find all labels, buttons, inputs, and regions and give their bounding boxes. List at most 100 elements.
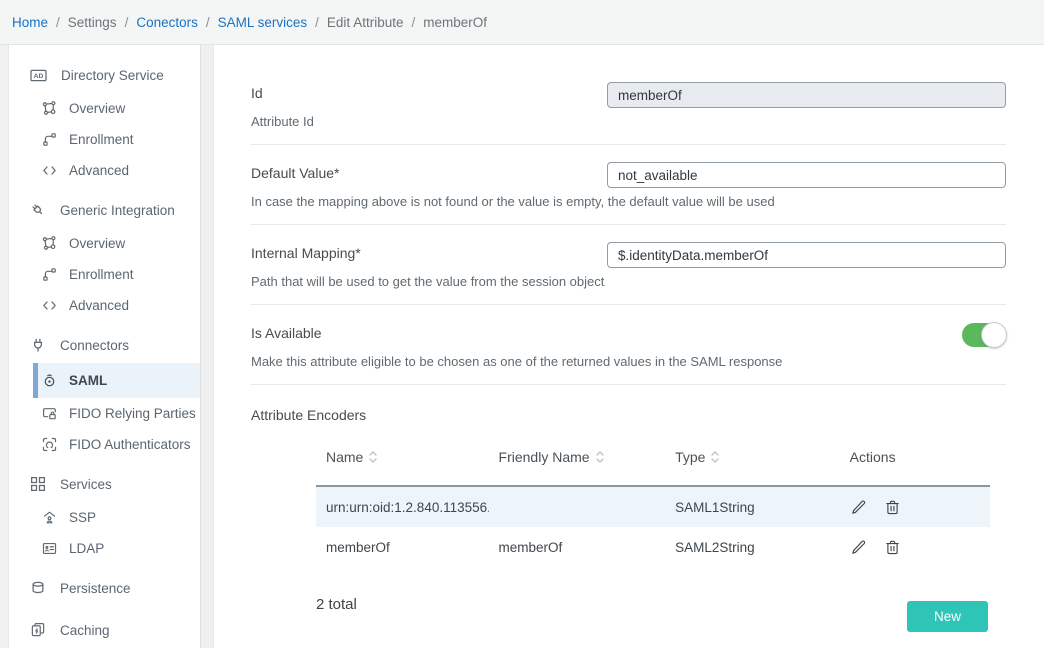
breadcrumb-conectors[interactable]: Conectors	[136, 15, 198, 30]
sidebar-item-saml[interactable]: SAML	[33, 363, 200, 398]
id-input[interactable]	[607, 82, 1006, 108]
field-default-value: Default Value* In case the mapping above…	[251, 145, 1006, 225]
sidebar-item-gi-advanced[interactable]: Advanced	[9, 290, 200, 321]
table-header-row: Name Friendly Name Type Actions	[316, 447, 990, 485]
cell-name: memberOf	[316, 540, 489, 555]
attribute-encoders-title: Attribute Encoders	[251, 407, 1006, 423]
field-internal-mapping: Internal Mapping* Path that will be used…	[251, 225, 1006, 305]
edit-button[interactable]	[850, 499, 867, 516]
breadcrumb-separator: /	[206, 15, 210, 30]
internal-mapping-help-text: Path that will be used to get the value …	[251, 274, 811, 289]
breadcrumb-saml-services[interactable]: SAML services	[218, 15, 308, 30]
grid-icon	[29, 475, 47, 493]
column-header-label: Actions	[850, 449, 896, 465]
toggle-knob	[981, 322, 1007, 348]
cache-docs-icon	[29, 621, 47, 639]
breadcrumb-home[interactable]: Home	[12, 15, 48, 30]
table-row: memberOf memberOf SAML2String	[316, 527, 990, 567]
attribute-encoders-section: Attribute Encoders Name Friendly Name Ty…	[251, 385, 1006, 613]
is-available-toggle[interactable]	[962, 323, 1006, 347]
pencil-icon	[850, 499, 867, 516]
sidebar-group-caching[interactable]: Caching	[9, 612, 200, 648]
sort-icon	[369, 450, 377, 464]
svg-text:AD: AD	[34, 72, 44, 79]
breadcrumb-separator: /	[56, 15, 60, 30]
sidebar-item-fido-authenticators[interactable]: FIDO Authenticators	[9, 429, 200, 460]
new-button[interactable]: New	[907, 601, 988, 632]
route-icon	[41, 266, 58, 283]
sidebar-item-ds-overview[interactable]: Overview	[9, 93, 200, 124]
breadcrumb-separator: /	[315, 15, 319, 30]
sidebar-group-connectors[interactable]: Connectors	[9, 327, 200, 363]
sidebar-item-ssp[interactable]: SSP	[9, 502, 200, 533]
is-available-label: Is Available	[251, 325, 1006, 341]
default-value-input[interactable]	[607, 162, 1006, 188]
sidebar-item-label: Advanced	[69, 298, 129, 313]
sidebar-item-label: LDAP	[69, 541, 104, 556]
breadcrumb-settings: Settings	[68, 15, 117, 30]
column-header-label: Name	[326, 449, 363, 465]
is-available-help-text: Make this attribute eligible to be chose…	[251, 354, 811, 369]
internal-mapping-input[interactable]	[607, 242, 1006, 268]
nodes-icon	[41, 235, 58, 252]
sidebar-group-directory-service[interactable]: AD Directory Service	[9, 57, 200, 93]
sort-icon	[711, 450, 719, 464]
column-header-name[interactable]: Name	[316, 449, 489, 465]
attribute-encoders-table: Name Friendly Name Type Actions urn:urn:	[316, 447, 990, 567]
sidebar-group-generic-integration[interactable]: Generic Integration	[9, 192, 200, 228]
column-header-type[interactable]: Type	[665, 449, 840, 465]
sidebar-item-gi-enrollment[interactable]: Enrollment	[9, 259, 200, 290]
sidebar-item-label: SAML	[69, 373, 107, 388]
sidebar-item-label: Advanced	[69, 163, 129, 178]
sidebar-item-label: Overview	[69, 236, 125, 251]
delete-button[interactable]	[884, 539, 901, 556]
breadcrumb: Home / Settings / Conectors / SAML servi…	[0, 0, 1044, 45]
sidebar-group-label: Directory Service	[61, 68, 164, 83]
breadcrumb-edit-attribute: Edit Attribute	[327, 15, 404, 30]
id-card-icon	[41, 540, 58, 557]
database-icon	[29, 579, 47, 597]
breadcrumb-separator: /	[125, 15, 129, 30]
breadcrumb-memberof: memberOf	[423, 15, 487, 30]
column-header-label: Friendly Name	[499, 449, 590, 465]
cell-type: SAML1String	[665, 500, 840, 515]
edit-attribute-form: Id Attribute Id Default Value* In case t…	[213, 45, 1044, 648]
delete-button[interactable]	[884, 499, 901, 516]
sidebar-group-persistence[interactable]: Persistence	[9, 570, 200, 606]
default-value-help-text: In case the mapping above is not found o…	[251, 194, 811, 209]
sidebar-item-ldap[interactable]: LDAP	[9, 533, 200, 564]
route-icon	[41, 131, 58, 148]
sidebar-item-ds-enrollment[interactable]: Enrollment	[9, 124, 200, 155]
sidebar: AD Directory Service Overview Enrollment…	[8, 45, 201, 648]
sidebar-item-ds-advanced[interactable]: Advanced	[9, 155, 200, 186]
field-is-available: Is Available Make this attribute eligibl…	[251, 305, 1006, 385]
table-body: urn:urn:oid:1.2.840.113556.1 SAML1String…	[316, 485, 990, 567]
plug-icon	[29, 336, 47, 354]
sidebar-item-gi-overview[interactable]: Overview	[9, 228, 200, 259]
person-home-icon	[41, 509, 58, 526]
column-header-label: Type	[675, 449, 705, 465]
table-row: urn:urn:oid:1.2.840.113556.1 SAML1String	[316, 487, 990, 527]
sidebar-group-label: Caching	[60, 623, 110, 638]
integration-plug-icon	[29, 201, 47, 219]
sidebar-item-fido-relying-parties[interactable]: FIDO Relying Parties	[9, 398, 200, 429]
breadcrumb-separator: /	[411, 15, 415, 30]
column-header-friendly-name[interactable]: Friendly Name	[489, 449, 666, 465]
sidebar-item-label: Enrollment	[69, 267, 134, 282]
trash-icon	[884, 539, 901, 556]
field-id: Id Attribute Id	[251, 59, 1006, 145]
pencil-icon	[850, 539, 867, 556]
cell-type: SAML2String	[665, 540, 840, 555]
sidebar-item-label: Overview	[69, 101, 125, 116]
edit-button[interactable]	[850, 539, 867, 556]
sidebar-item-label: Enrollment	[69, 132, 134, 147]
code-icon	[41, 162, 58, 179]
column-header-actions: Actions	[840, 449, 990, 465]
face-scan-icon	[41, 436, 58, 453]
sidebar-group-services[interactable]: Services	[9, 466, 200, 502]
sidebar-item-label: SSP	[69, 510, 96, 525]
sidebar-item-label: FIDO Authenticators	[69, 437, 191, 452]
cell-actions	[840, 499, 990, 516]
sidebar-group-label: Generic Integration	[60, 203, 175, 218]
sidebar-item-label: FIDO Relying Parties	[69, 406, 196, 421]
